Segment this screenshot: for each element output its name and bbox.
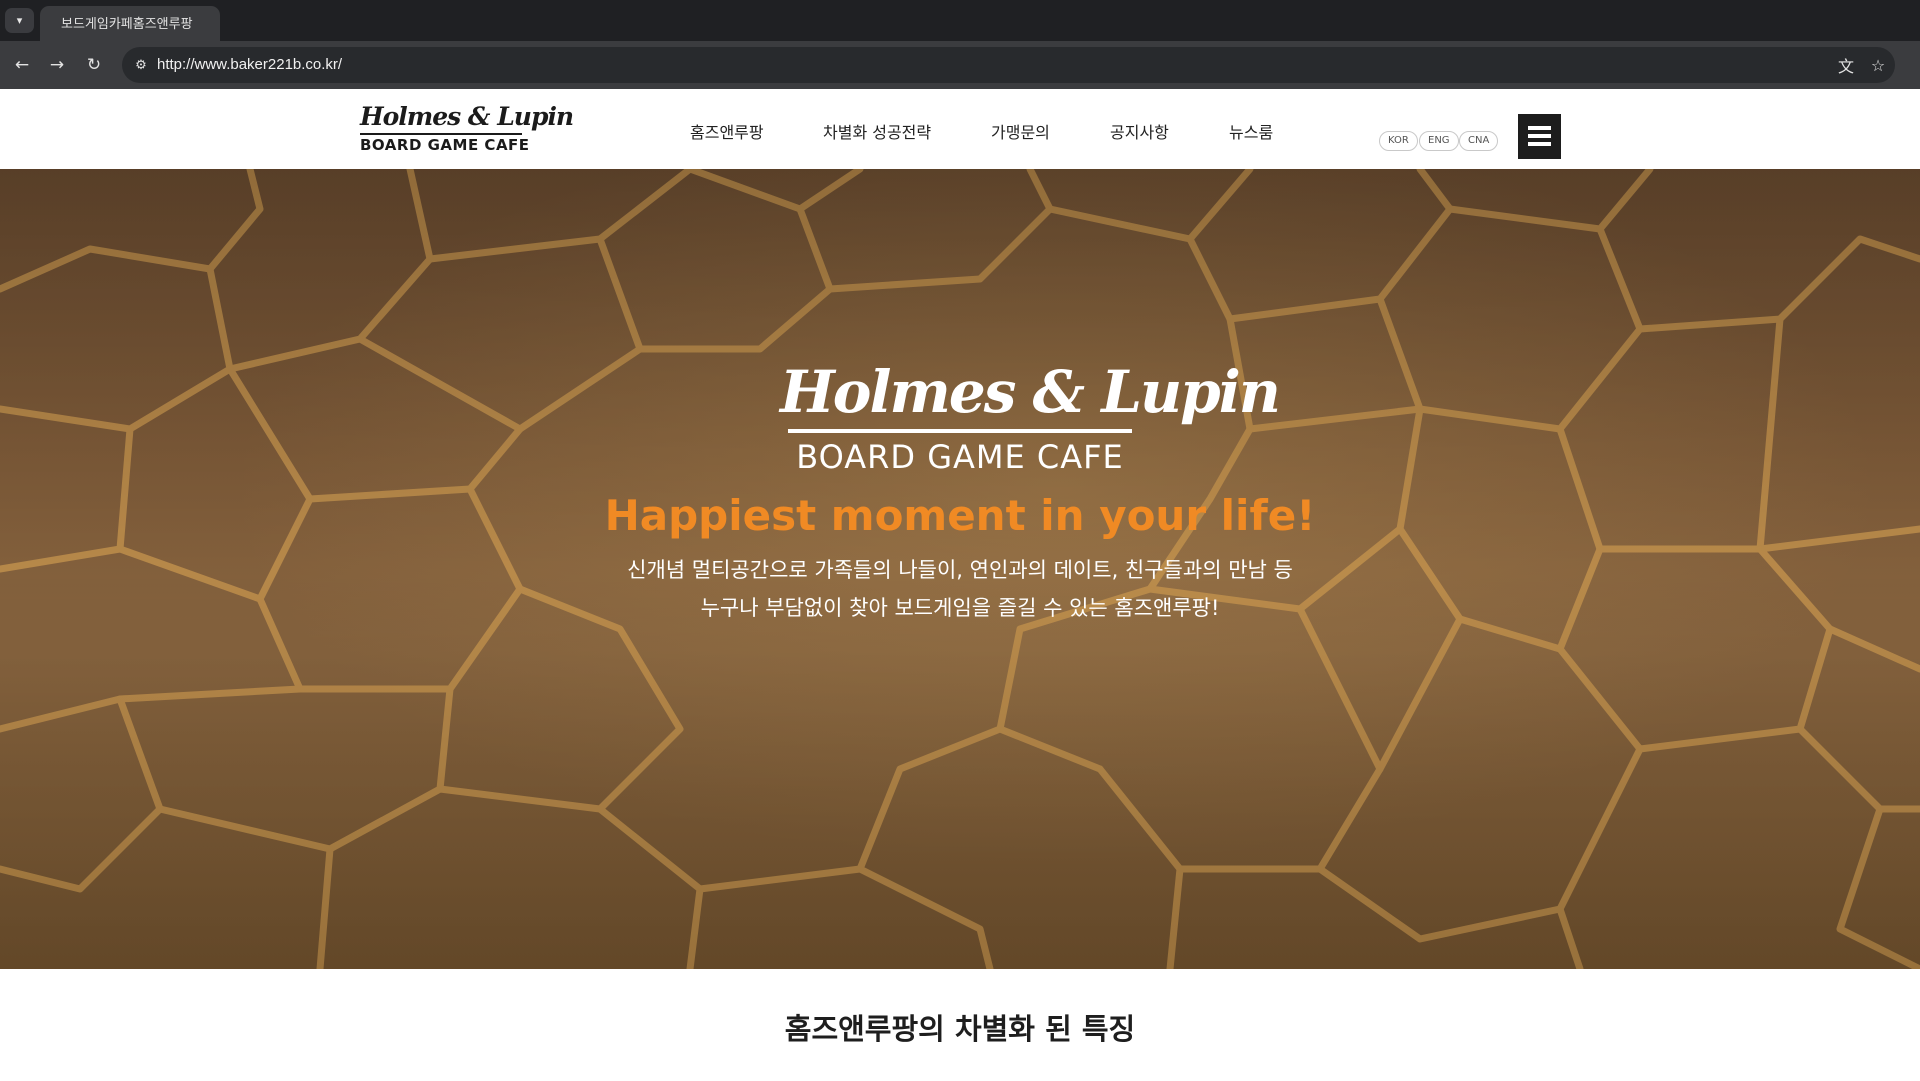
forward-arrow-icon[interactable]: → <box>45 53 69 77</box>
site-info-icon[interactable]: ⚙ <box>130 55 152 75</box>
hero-logo: Holmes & Lupin BOARD GAME CAFE <box>780 358 1281 476</box>
nav-item-notice[interactable]: 공지사항 <box>1110 119 1169 143</box>
nav-item-holmes-lupin[interactable]: 홈즈앤루팡 <box>690 119 764 143</box>
address-bar[interactable]: ⚙ http://www.baker221b.co.kr/ 文 ☆ <box>122 47 1895 83</box>
hero-logo-divider <box>788 429 1132 433</box>
browser-tab[interactable]: 보드게임카페홈즈앤루팡 <box>40 6 220 41</box>
url-text[interactable]: http://www.baker221b.co.kr/ <box>157 56 342 73</box>
hero-logo-script: Holmes & Lupin <box>780 358 1281 426</box>
hero-description-line-1: 신개념 멀티공간으로 가족들의 나들이, 연인과의 데이트, 친구들과의 만남 … <box>627 558 1293 582</box>
features-section-title: 홈즈앤루팡의 차별화 된 특징 <box>784 1012 1136 1046</box>
hero-banner: Holmes & Lupin BOARD GAME CAFE Happiest … <box>0 169 1920 969</box>
bookmark-star-icon[interactable]: ☆ <box>1867 55 1889 75</box>
lang-kor-button[interactable]: KOR <box>1379 131 1418 151</box>
hero-tagline: Happiest moment in your life! <box>604 491 1316 540</box>
hero-description-line-2: 누구나 부담없이 찾아 보드게임을 즐길 수 있는 홈즈앤루팡! <box>700 596 1220 620</box>
hero-logo-subtitle: BOARD GAME CAFE <box>796 438 1124 476</box>
translate-icon[interactable]: 文 <box>1835 55 1857 76</box>
lang-cna-button[interactable]: CNA <box>1459 131 1499 151</box>
main-navigation: 홈즈앤루팡 차별화 성공전략 가맹문의 공지사항 뉴스룸 <box>0 89 1920 169</box>
browser-toolbar: ← → ↻ ⚙ http://www.baker221b.co.kr/ 文 ☆ <box>0 41 1920 89</box>
hamburger-menu-icon[interactable] <box>1518 114 1561 159</box>
lang-eng-button[interactable]: ENG <box>1419 131 1459 151</box>
site-header: Holmes & Lupin BOARD GAME CAFE 홈즈앤루팡 차별화… <box>0 89 1920 169</box>
nav-item-strategy[interactable]: 차별화 성공전략 <box>823 119 931 143</box>
tab-title: 보드게임카페홈즈앤루팡 <box>61 17 193 32</box>
nav-item-newsroom[interactable]: 뉴스룸 <box>1229 119 1273 143</box>
reload-icon[interactable]: ↻ <box>82 53 106 77</box>
hero-content: Holmes & Lupin BOARD GAME CAFE Happiest … <box>0 169 1920 969</box>
tab-list-icon[interactable]: ▾ <box>5 8 34 33</box>
nav-item-franchise[interactable]: 가맹문의 <box>991 119 1050 143</box>
browser-tab-bar: ▾ 보드게임카페홈즈앤루팡 <box>0 0 1920 41</box>
back-arrow-icon[interactable]: ← <box>10 53 34 77</box>
